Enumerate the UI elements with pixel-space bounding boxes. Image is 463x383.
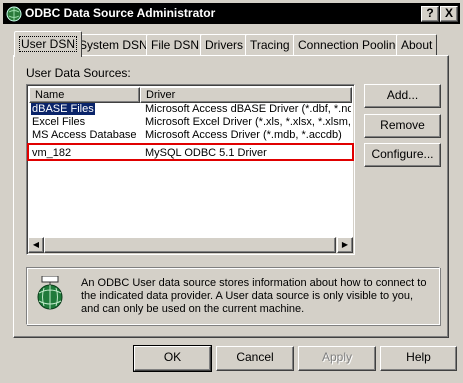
odbc-datasource-icon xyxy=(33,275,67,310)
help-title-button[interactable]: ? xyxy=(421,6,439,22)
scroll-right-arrow-icon[interactable]: ▶ xyxy=(337,237,353,253)
odbc-globe-icon xyxy=(6,6,22,22)
tab-system-dsn[interactable]: System DSN xyxy=(74,34,153,55)
data-source-list[interactable]: Name Driver dBASE Files Microsoft Access… xyxy=(26,84,355,255)
scrollbar-thumb[interactable] xyxy=(44,237,336,253)
cancel-button[interactable]: Cancel xyxy=(216,346,294,371)
tab-connection-pooling[interactable]: Connection Pooling xyxy=(293,34,408,55)
scroll-left-arrow-icon[interactable]: ◀ xyxy=(28,237,44,253)
list-item-driver: Microsoft Access dBASE Driver (*.dbf, *.… xyxy=(145,103,351,115)
ok-button[interactable]: OK xyxy=(133,345,212,372)
remove-button[interactable]: Remove xyxy=(364,114,441,138)
apply-button[interactable]: Apply xyxy=(298,346,376,371)
list-item-excel-files[interactable]: Excel Files Microsoft Excel Driver (*.xl… xyxy=(31,116,351,129)
list-item-name: Excel Files xyxy=(32,116,86,128)
odbc-admin-window: ODBC Data Source Administrator ? X User … xyxy=(0,0,463,383)
tab-tracing[interactable]: Tracing xyxy=(245,34,295,55)
title-bar[interactable]: ODBC Data Source Administrator ? X xyxy=(3,3,460,24)
horizontal-scrollbar[interactable]: ◀ ▶ xyxy=(28,237,353,253)
column-header-name[interactable]: Name xyxy=(29,87,140,103)
tab-file-dsn[interactable]: File DSN xyxy=(146,34,205,55)
list-item-name: dBASE Files xyxy=(31,103,95,115)
tab-drivers[interactable]: Drivers xyxy=(200,34,248,55)
list-item-ms-access[interactable]: MS Access Database Microsoft Access Driv… xyxy=(31,129,351,142)
column-header-driver[interactable]: Driver xyxy=(140,87,352,103)
configure-button[interactable]: Configure... xyxy=(364,143,441,167)
tab-user-dsn[interactable]: User DSN xyxy=(14,31,83,57)
window-title: ODBC Data Source Administrator xyxy=(25,6,216,20)
help-button[interactable]: Help xyxy=(380,346,457,371)
list-item-driver: Microsoft Access Driver (*.mdb, *.accdb) xyxy=(145,129,342,141)
info-description: An ODBC User data source stores informat… xyxy=(81,277,427,315)
tab-about[interactable]: About xyxy=(396,34,438,55)
highlight-annotation-box xyxy=(27,143,354,161)
list-item-dbase-files[interactable]: dBASE Files Microsoft Access dBASE Drive… xyxy=(31,103,351,116)
close-button[interactable]: X xyxy=(440,6,458,22)
list-item-driver: Microsoft Excel Driver (*.xls, *.xlsx, *… xyxy=(145,116,351,128)
list-item-name: MS Access Database xyxy=(32,129,137,141)
add-button[interactable]: Add... xyxy=(364,84,441,108)
user-data-sources-label: User Data Sources: xyxy=(26,66,131,80)
